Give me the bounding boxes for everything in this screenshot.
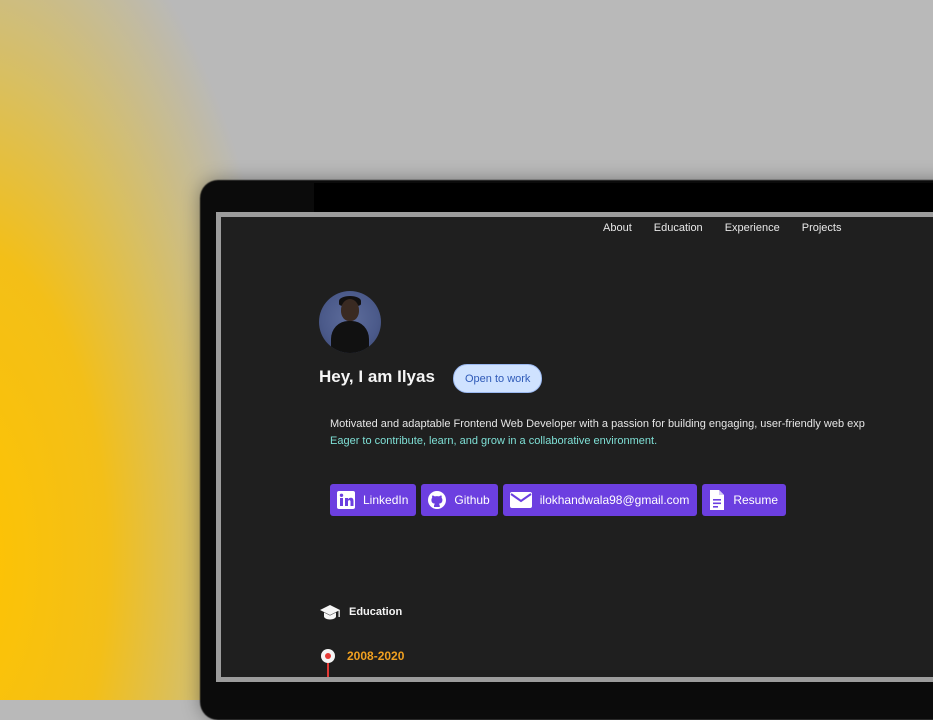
nav-projects[interactable]: Projects	[802, 222, 842, 234]
description-line-1: Motivated and adaptable Frontend Web Dev…	[330, 418, 865, 430]
email-label: ilokhandwala98@gmail.com	[539, 493, 690, 507]
graduation-cap-icon	[320, 605, 340, 620]
portfolio-page: About Education Experience Projects Hey,…	[221, 217, 933, 677]
education-heading-label: Education	[349, 606, 403, 618]
description-line-2: Eager to contribute, learn, and grow in …	[330, 435, 658, 447]
resume-button[interactable]: Resume	[702, 484, 787, 516]
education-timeline-item: 2008-2020	[321, 649, 405, 677]
education-years: 2008-2020	[347, 649, 405, 663]
hero-title: Hey, I am Ilyas	[319, 367, 435, 386]
top-nav: About Education Experience Projects	[603, 222, 841, 234]
github-button[interactable]: Github	[421, 484, 498, 516]
timeline-pin-icon	[321, 649, 335, 677]
linkedin-label: LinkedIn	[363, 493, 409, 507]
nav-experience[interactable]: Experience	[725, 222, 780, 234]
resume-label: Resume	[733, 493, 779, 507]
linkedin-icon	[337, 491, 355, 509]
document-icon	[710, 490, 725, 510]
social-links: LinkedIn Github ilokhandwala98@gmail.com	[330, 484, 787, 516]
github-icon	[428, 491, 447, 509]
nav-about[interactable]: About	[603, 222, 632, 234]
hero-description: Motivated and adaptable Frontend Web Dev…	[330, 416, 933, 450]
envelope-icon	[509, 492, 532, 508]
nav-education[interactable]: Education	[654, 222, 703, 234]
avatar	[319, 291, 381, 353]
open-to-work-badge: Open to work	[453, 364, 543, 393]
linkedin-button[interactable]: LinkedIn	[330, 484, 417, 516]
email-button[interactable]: ilokhandwala98@gmail.com	[502, 484, 698, 516]
laptop-bezel-top	[314, 183, 933, 213]
education-heading: Education	[319, 603, 402, 621]
github-label: Github	[454, 493, 490, 507]
